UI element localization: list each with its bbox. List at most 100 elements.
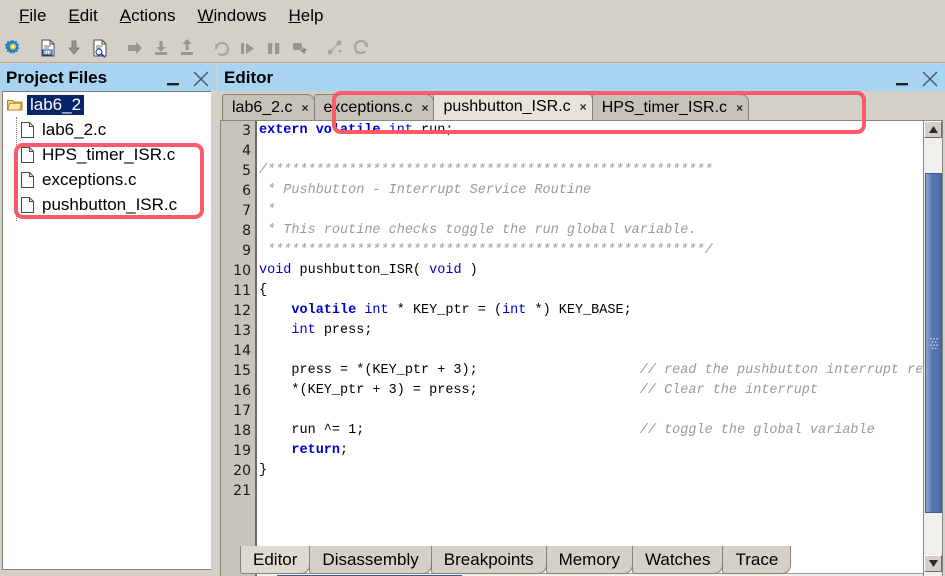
- menu-item-edit[interactable]: Edit: [57, 4, 108, 29]
- project-files-window-buttons: [164, 64, 210, 91]
- menu-bar: File Edit Actions Windows Help: [0, 0, 945, 33]
- tree-item-lab6-2-c[interactable]: lab6_2.c: [3, 117, 211, 142]
- bottom-view-tab-strip[interactable]: Editor Disassembly Breakpoints Memory Watche…: [220, 546, 792, 576]
- menu-accelerator-letter: W: [197, 6, 214, 25]
- code-token: /***************************************…: [259, 163, 713, 178]
- pause-icon[interactable]: [262, 36, 286, 60]
- code-text[interactable]: extern volatile int run; /**************…: [259, 121, 922, 576]
- tree-item-label: lab6_2: [27, 94, 85, 115]
- compile-file-icon[interactable]: 010: [36, 36, 60, 60]
- line-number: 4: [242, 143, 251, 159]
- code-token: }: [259, 463, 268, 478]
- refresh-icon[interactable]: [349, 36, 373, 60]
- editor-tab-pushbutton-isr-c[interactable]: pushbutton_ISR.c ×: [433, 92, 593, 120]
- code-token: {: [259, 283, 268, 298]
- bottom-tab-breakpoints[interactable]: Breakpoints: [430, 546, 547, 574]
- line-number: 15: [233, 363, 251, 379]
- minimize-icon[interactable]: [893, 68, 911, 88]
- editor-tab-close-icon[interactable]: ×: [580, 100, 587, 114]
- bottom-tab-editor[interactable]: Editor: [240, 546, 311, 574]
- step-out-icon[interactable]: [175, 36, 199, 60]
- code-line: int press;: [259, 321, 922, 341]
- line-number: 18: [233, 423, 251, 439]
- tree-item-root-lab6-2[interactable]: lab6_2: [3, 92, 211, 117]
- bottom-tab-watches[interactable]: Watches: [631, 546, 724, 574]
- editor-tab-exceptions-c[interactable]: exceptions.c ×: [313, 94, 435, 120]
- download-arrow-icon[interactable]: [62, 36, 86, 60]
- code-line: *(KEY_ptr + 3) = press; // Clear the int…: [259, 381, 922, 401]
- code-line: /***************************************…: [259, 161, 922, 181]
- menu-label-rest: ile: [29, 6, 47, 25]
- file-icon: [21, 171, 34, 188]
- code-editor-area[interactable]: 3 4 5 6 7 8 9 10 11 12 13 14 15 16 17 18 19 20 21 extern v…: [220, 120, 943, 576]
- editor-titlebar: Editor: [218, 64, 945, 91]
- code-token: pushbutton_ISR(: [291, 263, 430, 278]
- menu-accelerator-letter: H: [288, 6, 301, 25]
- close-icon[interactable]: [192, 68, 210, 88]
- editor-tab-lab6-2-c[interactable]: lab6_2.c ×: [222, 94, 315, 120]
- editor-tab-hps-timer-isr-c[interactable]: HPS_timer_ISR.c ×: [591, 94, 750, 120]
- menu-label-rest: indows: [213, 6, 267, 25]
- menu-label-rest: dit: [79, 6, 98, 25]
- toolbar-separator: [113, 36, 122, 60]
- code-token: int: [291, 323, 316, 338]
- menu-accelerator-letter: F: [19, 6, 30, 25]
- file-icon: [21, 121, 34, 138]
- code-token: * Pushbutton - Interrupt Service Routine: [259, 183, 592, 198]
- code-token: volatile: [291, 303, 357, 318]
- stop-debug-icon[interactable]: [288, 36, 312, 60]
- settings-gear-icon[interactable]: [1, 36, 25, 60]
- project-files-title: Project Files: [6, 67, 108, 87]
- menu-item-file[interactable]: File: [8, 4, 57, 29]
- code-line: *: [259, 201, 922, 221]
- toolbar-separator: [313, 36, 322, 60]
- editor-tab-strip[interactable]: lab6_2.c × exceptions.c × pushbutton_ISR.c × H…: [218, 91, 945, 120]
- line-number: 12: [233, 303, 251, 319]
- bottom-tab-trace[interactable]: Trace: [722, 546, 792, 574]
- compile-and-load-icon[interactable]: [88, 36, 112, 60]
- tree-item-hps-timer-isr-c[interactable]: HPS_timer_ISR.c: [3, 142, 211, 167]
- file-icon: [21, 146, 34, 163]
- line-number: 3: [242, 123, 251, 139]
- code-line: ****************************************…: [259, 241, 922, 261]
- menu-label-rest: ctions: [131, 6, 176, 25]
- bottom-tab-memory[interactable]: Memory: [545, 546, 633, 574]
- minimize-icon[interactable]: [164, 68, 182, 88]
- code-token: run;: [412, 123, 454, 138]
- editor-tab-label: pushbutton_ISR.c: [443, 97, 571, 115]
- scroll-down-arrow-icon[interactable]: [924, 555, 942, 572]
- editor-tab-label: lab6_2.c: [232, 98, 293, 116]
- menu-label-rest: elp: [300, 6, 324, 25]
- continue-run-icon[interactable]: [236, 36, 260, 60]
- tree-item-exceptions-c[interactable]: exceptions.c: [3, 167, 211, 192]
- restart-icon[interactable]: [210, 36, 234, 60]
- editor-tab-close-icon[interactable]: ×: [302, 101, 309, 115]
- line-number: 6: [242, 183, 251, 199]
- bottom-tab-label: Breakpoints: [443, 549, 534, 569]
- editor-tab-close-icon[interactable]: ×: [736, 101, 743, 115]
- project-files-tree[interactable]: lab6_2 lab6_2.c HPS_timer_ISR.c exceptions.…: [2, 91, 211, 570]
- step-over-icon[interactable]: [149, 36, 173, 60]
- code-token: ****************************************…: [259, 243, 713, 258]
- code-token: // read the pushbutton interrupt registe…: [639, 363, 922, 378]
- menu-item-windows[interactable]: Windows: [186, 4, 277, 29]
- breakpoint-toggle-icon[interactable]: [323, 36, 347, 60]
- editor-tab-close-icon[interactable]: ×: [421, 101, 428, 115]
- menu-item-help[interactable]: Help: [277, 4, 334, 29]
- bottom-tab-disassembly[interactable]: Disassembly: [309, 546, 432, 574]
- tree-item-pushbutton-isr-c[interactable]: pushbutton_ISR.c: [3, 192, 211, 217]
- step-into-icon[interactable]: [123, 36, 147, 60]
- menu-item-actions[interactable]: Actions: [109, 4, 187, 29]
- close-icon[interactable]: [921, 68, 939, 88]
- line-number: 14: [233, 343, 251, 359]
- scroll-up-arrow-icon[interactable]: [924, 121, 942, 138]
- vertical-scrollbar-thumb[interactable]: [925, 173, 942, 513]
- vertical-scrollbar[interactable]: [923, 121, 942, 576]
